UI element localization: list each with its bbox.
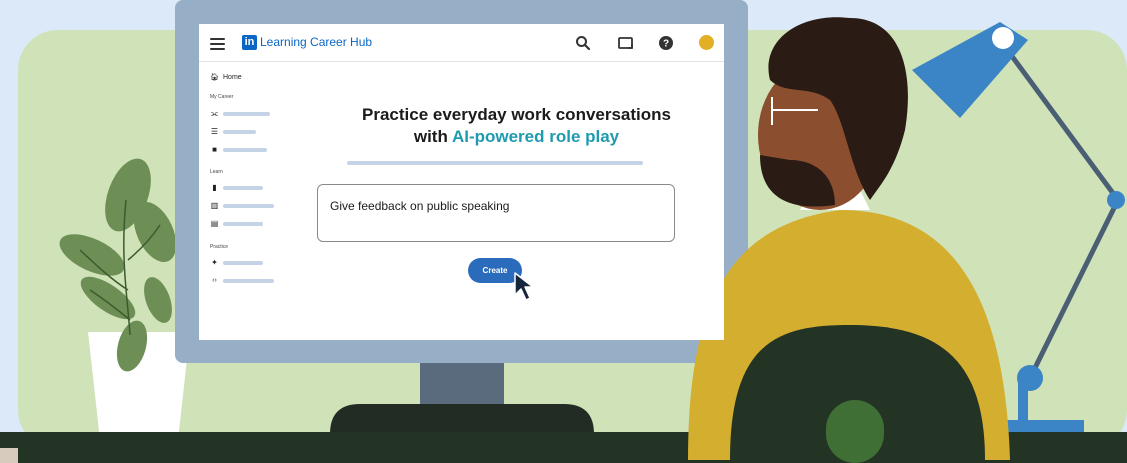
sidebar-item-network[interactable]: ⫘ [210, 109, 300, 119]
role-play-prompt-input[interactable]: Give feedback on public speaking [317, 184, 675, 242]
search-icon[interactable] [574, 34, 592, 52]
page-title-line-1: Practice everyday work conversations [362, 105, 671, 124]
avatar[interactable] [699, 35, 714, 50]
book-icon: ▥ [210, 201, 219, 210]
screen-share-icon[interactable] [617, 34, 635, 52]
sidebar-section-practice: Practice [210, 244, 229, 250]
card-icon: ▤ [210, 219, 219, 228]
app-screen: in Learning Career Hub ? 🏠︎ Home My Care… [199, 24, 724, 340]
checklist-icon: ☰ [210, 127, 219, 136]
sidebar-item-document[interactable]: ▮ [210, 183, 300, 193]
hamburger-menu-icon[interactable] [210, 38, 225, 50]
document-icon: ▮ [212, 183, 217, 192]
sidebar: 🏠︎ Home My Career ⫘ ☰ ■ Learn ▮ ▥ ▤ Prac [199, 61, 309, 340]
sidebar-item-book[interactable]: ▥ [210, 201, 300, 211]
mouse-cursor-icon [514, 272, 534, 301]
sidebar-item-sparkle[interactable]: ✦ [210, 258, 300, 268]
sidebar-section-learn: Learn [210, 169, 223, 175]
network-icon: ⫘ [210, 109, 219, 118]
page-title-accent: AI-powered role play [451, 127, 620, 146]
sidebar-item-card[interactable]: ▤ [210, 219, 300, 229]
prompt-text: Give feedback on public speaking [330, 199, 510, 213]
page-title-prefix: with [413, 127, 452, 146]
sidebar-item-checklist[interactable]: ☰ [210, 127, 300, 137]
sidebar-item-home[interactable]: Home [223, 73, 242, 83]
top-navigation-bar: in Learning Career Hub ? [199, 24, 724, 62]
page-title-line-2: with AI-powered role play [309, 126, 724, 148]
page-title: Practice everyday work conversations wit… [309, 104, 724, 148]
briefcase-icon: ■ [212, 145, 217, 154]
sidebar-item-briefcase[interactable]: ■ [210, 145, 300, 155]
code-icon: ‹› [212, 277, 217, 284]
brand-name[interactable]: Learning Career Hub [260, 35, 372, 50]
sidebar-section-my-career: My Career [210, 94, 234, 100]
home-icon[interactable]: 🏠︎ [210, 73, 219, 81]
sidebar-item-code[interactable]: ‹› [210, 276, 300, 286]
linkedin-logo[interactable]: in [242, 35, 257, 50]
illustration-scene: in Learning Career Hub ? 🏠︎ Home My Care… [0, 0, 1127, 463]
sparkle-icon: ✦ [211, 258, 218, 267]
help-icon[interactable]: ? [657, 34, 675, 52]
svg-text:?: ? [663, 39, 669, 50]
title-divider [347, 161, 643, 165]
